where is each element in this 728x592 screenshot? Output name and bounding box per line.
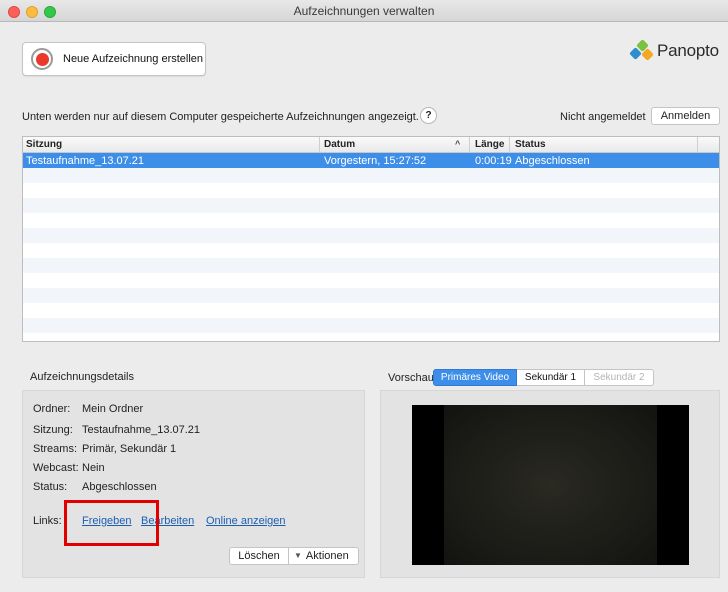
logo-text: Panopto [657, 41, 719, 60]
app-window: Aufzeichnungen verwalten Neue Aufzeichnu… [0, 0, 728, 592]
column-header-date[interactable]: Datum [321, 139, 355, 150]
sort-ascending-icon[interactable]: ^ [455, 139, 460, 149]
empty-row [23, 198, 719, 213]
column-header-length[interactable]: Länge [472, 139, 504, 150]
cell-date: Vorgestern, 15:27:52 [324, 155, 427, 167]
panopto-logo: Panopto [629, 39, 719, 62]
recordings-table[interactable]: Sitzung Datum ^ Länge Status Testaufnahm… [22, 136, 720, 342]
folder-label: Ordner: [33, 403, 71, 415]
empty-row [23, 288, 719, 303]
tab-secondary-2: Sekundär 2 [585, 369, 654, 386]
column-header-session[interactable]: Sitzung [23, 139, 62, 150]
empty-row [23, 168, 719, 183]
cell-length: 0:00:19 [475, 155, 512, 167]
panopto-logo-icon [629, 39, 654, 62]
empty-row [23, 258, 719, 273]
empty-row [23, 318, 719, 333]
new-recording-button[interactable]: Neue Aufzeichnung erstellen [22, 42, 206, 76]
table-header: Sitzung Datum ^ Länge Status [23, 137, 719, 153]
cell-status: Abgeschlossen [515, 155, 590, 167]
preview-stream-tabs: Primäres Video Sekundär 1 Sekundär 2 [433, 369, 654, 386]
table-row[interactable]: Testaufnahme_13.07.21 Vorgestern, 15:27:… [23, 153, 719, 168]
session-label: Sitzung: [33, 424, 73, 436]
column-header-status[interactable]: Status [512, 139, 546, 150]
links-label: Links: [33, 515, 62, 527]
status-value: Abgeschlossen [82, 481, 157, 493]
view-online-link[interactable]: Online anzeigen [206, 515, 286, 527]
window-title: Aufzeichnungen verwalten [293, 4, 435, 18]
chevron-down-icon: ▼ [294, 551, 302, 560]
help-button[interactable]: ? [420, 107, 437, 124]
details-title: Aufzeichnungsdetails [30, 371, 134, 383]
new-recording-label: Neue Aufzeichnung erstellen [63, 53, 204, 65]
details-action-buttons: Löschen ▼ Aktionen [229, 547, 359, 565]
login-button[interactable]: Anmelden [651, 107, 720, 125]
empty-row [23, 228, 719, 243]
edit-link[interactable]: Bearbeiten [141, 515, 194, 527]
session-value: Testaufnahme_13.07.21 [82, 424, 201, 436]
login-status: Nicht angemeldet [560, 111, 646, 123]
tab-primary-video[interactable]: Primäres Video [433, 369, 517, 386]
tab-secondary-1[interactable]: Sekundär 1 [517, 369, 585, 386]
status-label: Status: [33, 481, 68, 493]
video-frame [444, 405, 657, 565]
webcast-label: Webcast: [33, 462, 79, 474]
record-icon [31, 48, 53, 70]
local-recordings-info: Unten werden nur auf diesem Computer ges… [22, 111, 419, 123]
delete-button[interactable]: Löschen [229, 547, 288, 565]
streams-value: Primär, Sekundär 1 [82, 443, 177, 455]
folder-value: Mein Ordner [82, 403, 144, 415]
actions-label: Aktionen [305, 550, 349, 562]
preview-label: Vorschau [388, 372, 434, 384]
title-bar[interactable]: Aufzeichnungen verwalten [0, 0, 728, 22]
video-preview[interactable] [412, 405, 689, 565]
share-link[interactable]: Freigeben [82, 515, 132, 527]
webcast-value: Nein [82, 462, 105, 474]
actions-dropdown-button[interactable]: ▼ Aktionen [288, 547, 359, 565]
cell-session: Testaufnahme_13.07.21 [26, 155, 145, 167]
streams-label: Streams: [33, 443, 78, 455]
